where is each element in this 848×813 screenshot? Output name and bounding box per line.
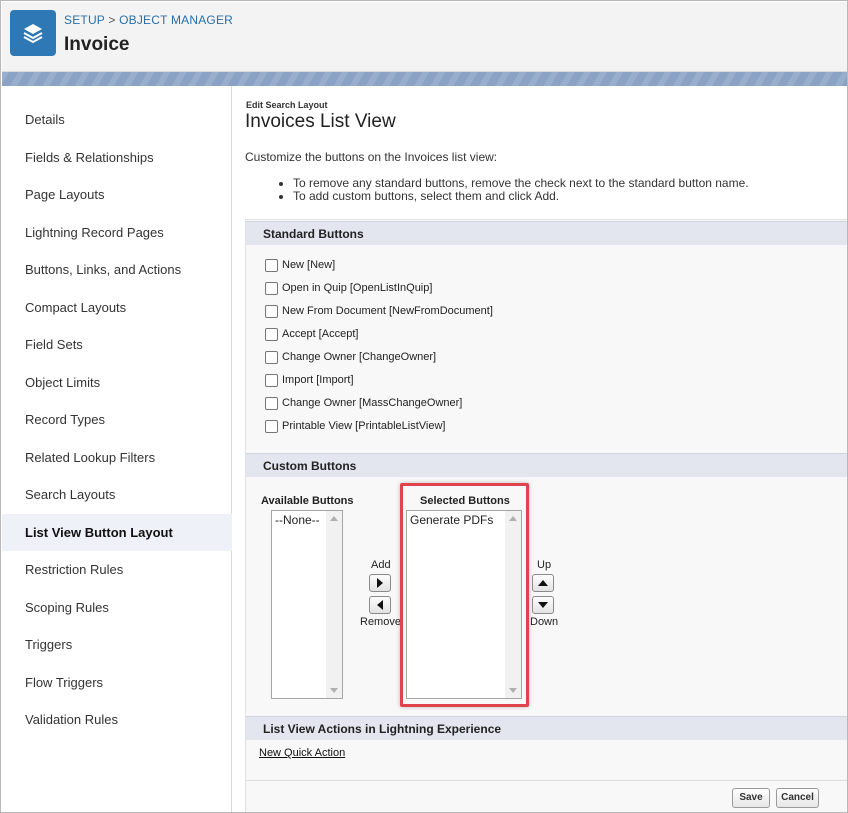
standard-button-new[interactable]: New [New]: [265, 257, 335, 273]
available-buttons-label: Available Buttons: [261, 495, 354, 507]
checkbox[interactable]: [265, 258, 278, 272]
arrow-right-icon: [377, 578, 383, 588]
standard-button-printable-view[interactable]: Printable View [PrintableListView]: [265, 418, 445, 434]
move-up-button[interactable]: [532, 574, 554, 592]
down-label: Down: [530, 616, 559, 628]
main-content: Edit Search Layout Invoices List View Cu…: [233, 86, 847, 812]
sidebar-item-triggers[interactable]: Triggers: [2, 626, 232, 663]
page-header: SETUP > OBJECT MANAGER Invoice: [2, 2, 847, 72]
scroll-down-icon[interactable]: [330, 688, 338, 693]
list-scrollbar[interactable]: [326, 511, 342, 698]
sidebar-item-object-limits[interactable]: Object Limits: [2, 364, 232, 401]
sidebar-item-validation-rules[interactable]: Validation Rules: [2, 701, 232, 738]
sidebar-item-scoping-rules[interactable]: Scoping Rules: [2, 589, 232, 626]
custom-buttons-heading: Custom Buttons: [246, 453, 847, 477]
footer-divider: [246, 780, 847, 781]
standard-button-accept[interactable]: Accept [Accept]: [265, 326, 358, 342]
checkbox[interactable]: [265, 281, 278, 295]
sidebar-item-compact-layouts[interactable]: Compact Layouts: [2, 289, 232, 326]
checkbox-label: Change Owner [MassChangeOwner]: [282, 397, 463, 409]
sidebar-item-details[interactable]: Details: [2, 101, 232, 138]
sidebar-item-fields-relationships[interactable]: Fields & Relationships: [2, 139, 232, 176]
checkbox[interactable]: [265, 396, 278, 410]
app-frame: SETUP > OBJECT MANAGER Invoice Details F…: [0, 0, 848, 813]
checkbox[interactable]: [265, 350, 278, 364]
add-label: Add: [371, 559, 391, 571]
remove-label: Remove: [360, 616, 401, 628]
add-button[interactable]: [369, 574, 391, 592]
sidebar-item-related-lookup-filters[interactable]: Related Lookup Filters: [2, 439, 232, 476]
breadcrumb-setup[interactable]: SETUP: [64, 13, 105, 27]
checkbox-label: Accept [Accept]: [282, 328, 359, 340]
sidebar-item-restriction-rules[interactable]: Restriction Rules: [2, 551, 232, 588]
instruction-item: To add custom buttons, select them and c…: [293, 190, 749, 203]
standard-button-new-from-document[interactable]: New From Document [NewFromDocument]: [265, 303, 493, 319]
checkbox-label: New From Document [NewFromDocument]: [282, 305, 493, 317]
remove-button[interactable]: [369, 596, 391, 614]
sidebar-item-record-types[interactable]: Record Types: [2, 401, 232, 438]
standard-button-open-in-quip[interactable]: Open in Quip [OpenListInQuip]: [265, 280, 432, 296]
layout-panel: Standard Buttons New [New] Open in Quip …: [245, 219, 847, 812]
instruction-list: To remove any standard buttons, remove t…: [293, 177, 749, 203]
scroll-up-icon[interactable]: [330, 516, 338, 521]
sidebar-item-search-layouts[interactable]: Search Layouts: [2, 476, 232, 513]
breadcrumb-separator: >: [108, 13, 116, 27]
checkbox-label: New [New]: [282, 259, 336, 271]
checkbox-label: Import [Import]: [282, 374, 354, 386]
arrow-down-icon: [538, 602, 548, 608]
arrow-up-icon: [538, 580, 548, 586]
lightning-actions-heading: List View Actions in Lightning Experienc…: [246, 716, 847, 740]
standard-button-change-owner[interactable]: Change Owner [ChangeOwner]: [265, 349, 436, 365]
sidebar-item-flow-triggers[interactable]: Flow Triggers: [2, 664, 232, 701]
sidebar-item-field-sets[interactable]: Field Sets: [2, 326, 232, 363]
checkbox-label: Change Owner [ChangeOwner]: [282, 351, 437, 363]
main-title: Invoices List View: [245, 111, 396, 132]
cancel-button[interactable]: Cancel: [776, 788, 819, 808]
sidebar-item-buttons-links-actions[interactable]: Buttons, Links, and Actions: [2, 251, 232, 288]
save-button[interactable]: Save: [732, 788, 770, 808]
arrow-left-icon: [377, 600, 383, 610]
standard-button-import[interactable]: Import [Import]: [265, 372, 354, 388]
sidebar-item-lightning-record-pages[interactable]: Lightning Record Pages: [2, 214, 232, 251]
breadcrumb-object-manager[interactable]: OBJECT MANAGER: [119, 13, 233, 27]
selected-buttons-highlight: [400, 483, 529, 707]
sidebar-item-list-view-button-layout[interactable]: List View Button Layout: [2, 514, 232, 551]
move-down-button[interactable]: [532, 596, 554, 614]
section-sub-label: Edit Search Layout: [246, 100, 328, 110]
new-quick-action-link[interactable]: New Quick Action: [259, 747, 345, 759]
up-label: Up: [537, 559, 552, 571]
intro-text: Customize the buttons on the Invoices li…: [245, 150, 498, 164]
breadcrumb: SETUP > OBJECT MANAGER: [64, 13, 233, 27]
sidebar: Details Fields & Relationships Page Layo…: [2, 86, 232, 812]
standard-button-mass-change-owner[interactable]: Change Owner [MassChangeOwner]: [265, 395, 462, 411]
layers-icon: [10, 10, 56, 56]
checkbox-label: Open in Quip [OpenListInQuip]: [282, 282, 433, 294]
checkbox[interactable]: [265, 373, 278, 387]
checkbox-label: Printable View [PrintableListView]: [282, 420, 446, 432]
decorative-band: [2, 72, 847, 86]
available-buttons-list[interactable]: --None--: [271, 510, 343, 699]
list-option[interactable]: --None--: [275, 513, 320, 527]
checkbox[interactable]: [265, 419, 278, 433]
checkbox[interactable]: [265, 304, 278, 318]
sidebar-item-page-layouts[interactable]: Page Layouts: [2, 176, 232, 213]
standard-buttons-heading: Standard Buttons: [246, 221, 847, 245]
checkbox[interactable]: [265, 327, 278, 341]
page-title: Invoice: [64, 34, 130, 55]
